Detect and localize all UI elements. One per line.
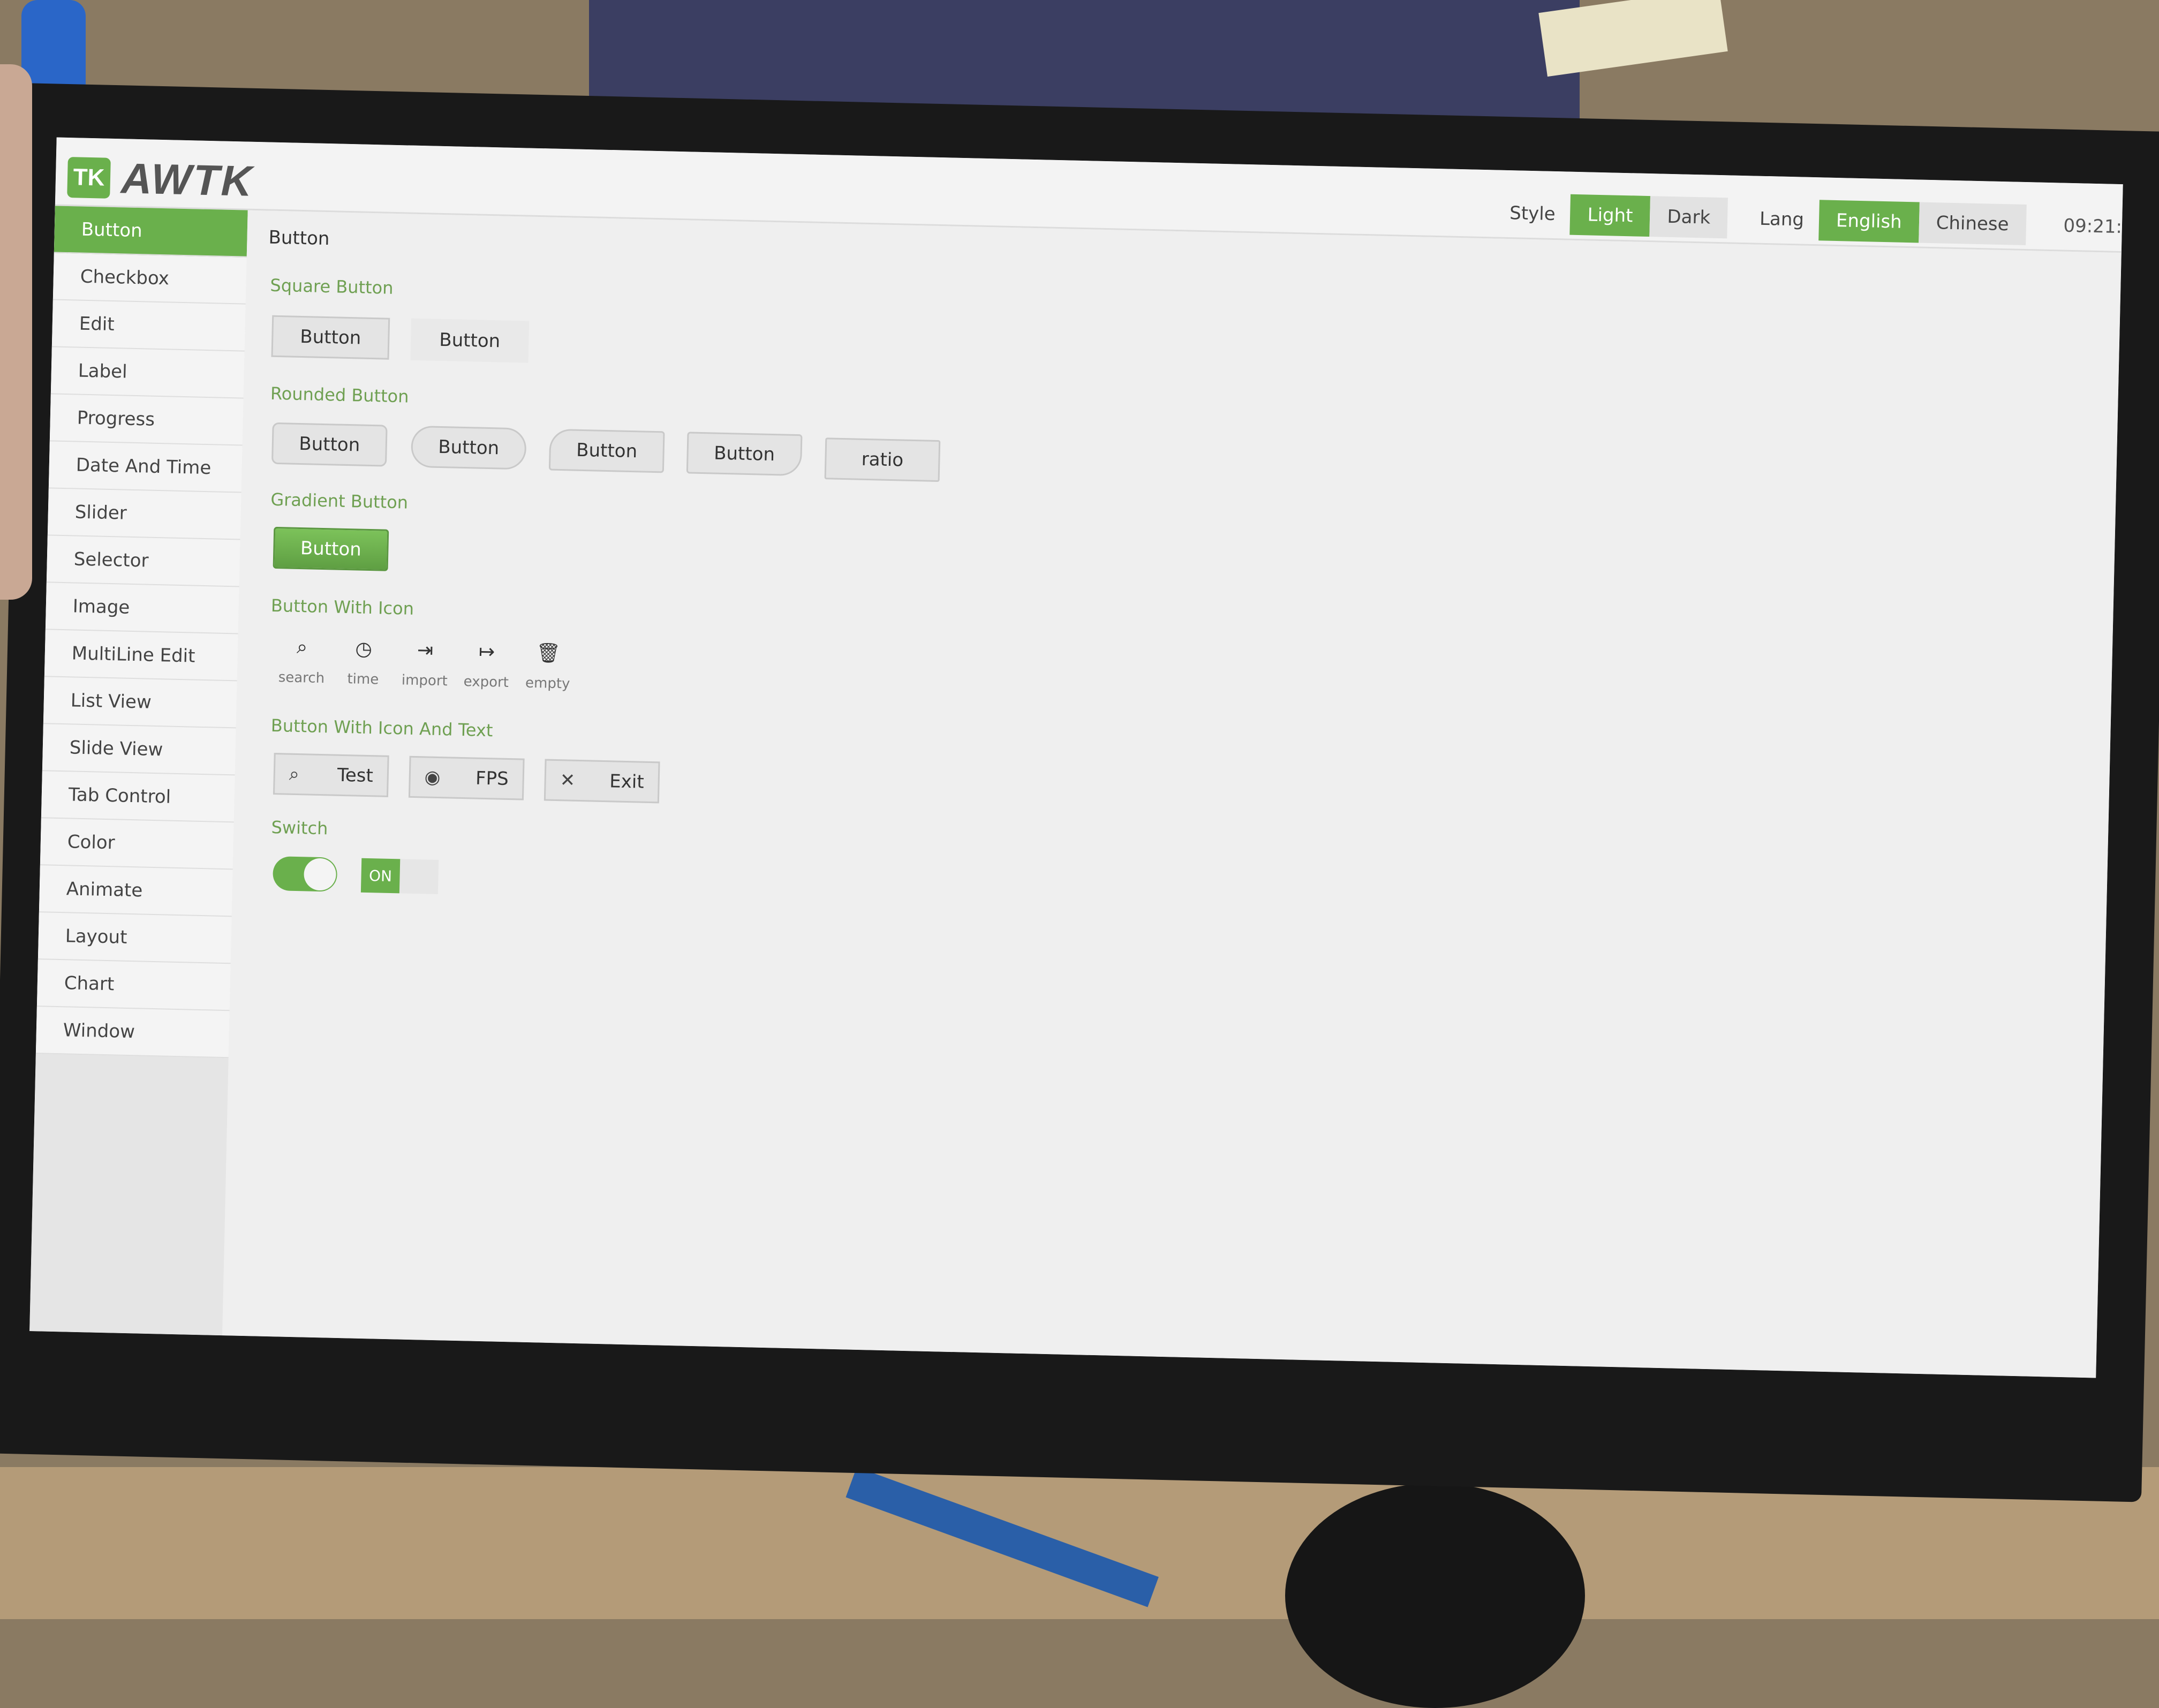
switch-knob: [303, 858, 337, 891]
sidebar-item-checkbox[interactable]: Checkbox: [52, 253, 247, 305]
fps-button-label: FPS: [475, 767, 509, 790]
header-controls: Style Light Dark Lang English Chinese 09…: [1509, 192, 2122, 248]
lang-chinese-button[interactable]: Chinese: [1918, 202, 2027, 245]
empty-button[interactable]: 🗑 empty: [518, 639, 578, 710]
import-icon: ⇥: [417, 639, 434, 662]
close-icon: ✕: [560, 769, 576, 791]
page-title: Button: [268, 226, 330, 250]
rounded-button-4[interactable]: Button: [686, 432, 803, 477]
test-button[interactable]: ⌕ Test: [273, 753, 389, 797]
rounded-button-2[interactable]: Button: [410, 425, 527, 470]
sidebar-item-list-view[interactable]: List View: [43, 677, 237, 729]
empty-caption: empty: [525, 675, 570, 692]
clock-icon: ◷: [355, 637, 373, 660]
time-button[interactable]: ◷ time: [333, 636, 394, 706]
clock-display: 09:21:: [2063, 215, 2123, 238]
switch-on-text: ON: [360, 858, 401, 894]
hand: [0, 64, 32, 600]
sidebar-item-progress[interactable]: Progress: [49, 394, 244, 446]
gradient-button[interactable]: Button: [273, 526, 389, 571]
search-button[interactable]: ⌕ search: [271, 634, 332, 705]
sidebar-item-color[interactable]: Color: [40, 818, 234, 870]
exit-button-label: Exit: [609, 770, 645, 793]
sidebar-item-layout[interactable]: Layout: [37, 912, 232, 964]
sidebar-item-slide-view[interactable]: Slide View: [42, 724, 236, 776]
exit-button[interactable]: ✕ Exit: [543, 759, 660, 804]
eye-icon: ◉: [424, 766, 441, 789]
import-button[interactable]: ⇥ import: [395, 637, 455, 707]
test-button-label: Test: [337, 764, 374, 787]
background-note: [1538, 0, 1728, 77]
switch-toggle-2[interactable]: ON: [360, 858, 439, 895]
logo-text: AWTK: [120, 154, 254, 205]
switch-label: Switch: [271, 817, 328, 839]
trash-icon: 🗑: [535, 642, 561, 665]
sidebar: Button Checkbox Edit Label Progress Date…: [29, 206, 248, 1336]
lang-english-button[interactable]: English: [1818, 200, 1920, 243]
sidebar-item-window[interactable]: Window: [35, 1007, 230, 1059]
monitor-bezel: TK AWTK Style Light Dark Lang English Ch…: [0, 82, 2159, 1502]
style-label: Style: [1509, 202, 1556, 225]
search-caption: search: [278, 669, 325, 687]
rounded-button-label: Rounded Button: [270, 383, 409, 407]
content-panel: Button Square Button Button Button Round…: [222, 210, 2122, 1378]
gradient-button-label: Gradient Button: [270, 489, 409, 513]
speaker: [1285, 1483, 1585, 1708]
sidebar-item-multiline-edit[interactable]: MultiLine Edit: [44, 630, 238, 682]
switch-toggle-1[interactable]: [272, 856, 338, 892]
sidebar-item-selector[interactable]: Selector: [46, 535, 240, 587]
export-icon: ↦: [478, 640, 495, 663]
export-caption: export: [463, 674, 509, 691]
sidebar-item-date-and-time[interactable]: Date And Time: [48, 441, 243, 493]
sidebar-item-button[interactable]: Button: [54, 206, 248, 258]
import-caption: import: [401, 672, 448, 690]
icon-button-label: Button With Icon: [270, 595, 414, 619]
fps-button[interactable]: ◉ FPS: [408, 755, 525, 800]
search-icon: ⌕: [296, 636, 308, 659]
app-screen: TK AWTK Style Light Dark Lang English Ch…: [29, 137, 2123, 1378]
icon-text-button-label: Button With Icon And Text: [270, 715, 493, 741]
rounded-button-3[interactable]: Button: [548, 428, 665, 473]
lang-label: Lang: [1759, 208, 1805, 231]
sidebar-item-image[interactable]: Image: [45, 583, 239, 634]
sidebar-item-chart[interactable]: Chart: [36, 959, 231, 1011]
sidebar-list: Button Checkbox Edit Label Progress Date…: [35, 206, 248, 1059]
square-button-label: Square Button: [270, 275, 394, 298]
time-caption: time: [347, 671, 379, 688]
style-dark-button[interactable]: Dark: [1649, 196, 1728, 239]
logo-mark: TK: [67, 157, 111, 199]
square-button-2[interactable]: Button: [410, 318, 530, 363]
search-icon: ⌕: [289, 763, 300, 785]
sidebar-item-slider[interactable]: Slider: [47, 488, 241, 540]
style-light-button[interactable]: Light: [1569, 194, 1651, 237]
ratio-button[interactable]: ratio: [824, 437, 941, 482]
sidebar-item-label[interactable]: Label: [50, 347, 245, 399]
rounded-button-1[interactable]: Button: [271, 422, 388, 467]
sidebar-item-tab-control[interactable]: Tab Control: [41, 771, 235, 823]
export-button[interactable]: ↦ export: [456, 638, 517, 709]
app-logo: TK AWTK: [67, 153, 254, 206]
square-button-1[interactable]: Button: [271, 315, 390, 360]
sidebar-item-animate[interactable]: Animate: [39, 865, 233, 917]
sidebar-item-edit[interactable]: Edit: [51, 300, 246, 352]
